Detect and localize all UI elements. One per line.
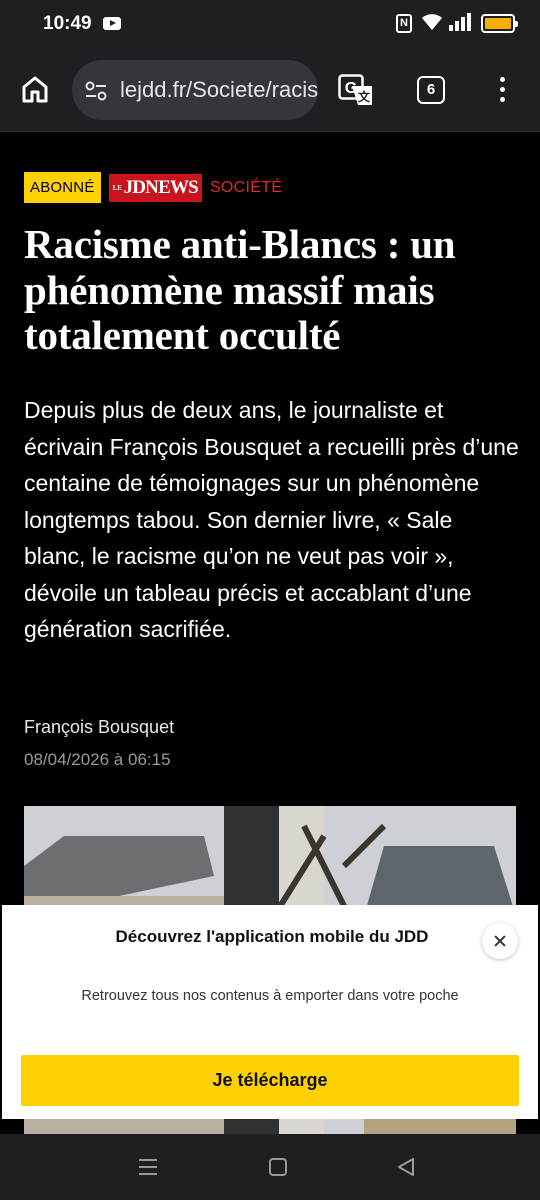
menu-icon[interactable] [500, 77, 506, 107]
article-badges: ABONNÉ LE JDNEWS SOCIÉTÉ [24, 172, 282, 203]
article-author[interactable]: François Bousquet [24, 717, 174, 738]
popup-title: Découvrez l'application mobile du JDD [115, 927, 429, 946]
site-settings-icon[interactable] [84, 80, 108, 102]
download-app-button[interactable]: Je télécharge [21, 1055, 519, 1106]
home-icon[interactable] [20, 74, 50, 104]
close-icon[interactable] [482, 923, 518, 959]
subscriber-badge: ABONNÉ [24, 172, 101, 203]
article-date: 08/04/2026 à 06:15 [24, 750, 171, 769]
section-link[interactable]: SOCIÉTÉ [210, 179, 282, 197]
article-lead: Depuis plus de deux ans, le journaliste … [24, 397, 519, 642]
url-text: lejdd.fr/Societe/racisme [120, 77, 318, 102]
recent-apps-icon[interactable] [139, 1159, 157, 1180]
system-navigation-bar [0, 1134, 540, 1200]
jdnews-logo-text: JDNEWS [123, 176, 199, 198]
address-bar[interactable]: lejdd.fr/Societe/racisme [72, 60, 318, 120]
jdnews-logo-prefix: LE [112, 183, 122, 192]
nfc-icon: N [396, 14, 412, 33]
browser-toolbar: lejdd.fr/Societe/racisme G 文 6 [0, 48, 540, 132]
svg-text:文: 文 [358, 89, 371, 104]
battery-icon [481, 14, 518, 33]
youtube-icon [103, 17, 121, 30]
back-icon[interactable] [396, 1157, 416, 1177]
status-bar: 10:49 N [0, 0, 540, 48]
app-download-popup: Découvrez l'application mobile du JDD Re… [2, 905, 538, 1119]
article-title: Racisme anti-Blancs : un phénomène massi… [24, 221, 456, 358]
translate-icon[interactable]: G 文 [338, 74, 374, 107]
status-time: 10:49 [43, 13, 92, 34]
signal-icon [449, 13, 471, 31]
popup-subtitle: Retrouvez tous nos contenus à emporter d… [81, 988, 459, 1004]
home-button-icon[interactable] [269, 1158, 287, 1176]
jdnews-logo[interactable]: LE JDNEWS [108, 173, 202, 202]
tabs-icon[interactable]: 6 [417, 76, 445, 104]
wifi-icon [422, 14, 442, 30]
